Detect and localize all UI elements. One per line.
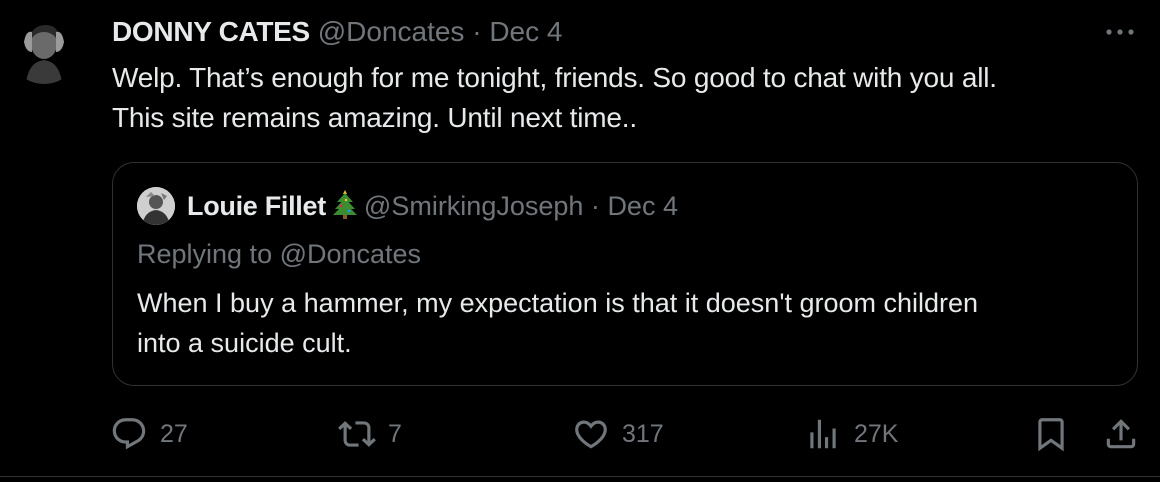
like-count: 317 — [622, 419, 664, 448]
retweet-icon — [338, 421, 376, 447]
quoted-header-separator: · — [590, 191, 600, 221]
views-count: 27K — [854, 419, 899, 448]
quoted-author-avatar[interactable] — [137, 187, 175, 225]
reply-button[interactable]: 27 — [110, 412, 188, 456]
quoted-tweet-header: Louie Fillet @SmirkingJoseph · Dec 4 — [187, 189, 678, 227]
views-icon — [810, 419, 836, 449]
reply-count: 27 — [160, 419, 188, 448]
tweet-date[interactable]: Dec 4 — [489, 16, 562, 47]
header-separator: · — [472, 16, 482, 47]
quoted-tweet-text: When I buy a hammer, my expectation is t… — [137, 283, 1117, 363]
author-avatar[interactable] — [8, 12, 80, 84]
quoted-tweet-date[interactable]: Dec 4 — [607, 191, 678, 221]
retweet-button[interactable]: 7 — [338, 412, 402, 456]
heart-icon — [575, 420, 607, 449]
tweet-text: Welp. That’s enough for me tonight, frie… — [112, 58, 1132, 138]
quoted-tweet[interactable]: Louie Fillet @SmirkingJoseph · Dec 4 Rep… — [112, 162, 1138, 386]
action-bar: 27 7 317 27K — [110, 412, 1150, 456]
tweet[interactable]: DONNY CATES @Doncates · Dec 4 Welp. That… — [0, 0, 1160, 482]
share-icon — [1106, 419, 1136, 449]
reply-icon — [112, 418, 146, 450]
christmas-tree-icon — [332, 189, 358, 227]
divider — [0, 476, 1160, 477]
author-handle[interactable]: @Doncates — [318, 16, 465, 47]
retweet-count: 7 — [388, 419, 402, 448]
more-options-button[interactable] — [1102, 18, 1138, 46]
like-button[interactable]: 317 — [572, 412, 664, 456]
views-button[interactable]: 27K — [804, 412, 898, 456]
share-button[interactable] — [1102, 412, 1140, 456]
author-name[interactable]: DONNY CATES — [112, 16, 310, 47]
quoted-author-handle[interactable]: @SmirkingJoseph — [364, 191, 584, 221]
bookmark-icon — [1038, 418, 1064, 452]
replying-to[interactable]: Replying to @Doncates — [137, 237, 421, 271]
more-horizontal-icon — [1106, 29, 1134, 35]
bookmark-button[interactable] — [1032, 412, 1070, 456]
quoted-author-name[interactable]: Louie Fillet — [187, 191, 326, 221]
tweet-header: DONNY CATES @Doncates · Dec 4 — [112, 14, 562, 50]
tweet-text-line: Welp. That’s enough for me tonight, frie… — [112, 62, 997, 93]
tweet-text-line: This site remains amazing. Until next ti… — [112, 102, 637, 133]
quoted-text-line: into a suicide cult. — [137, 328, 352, 358]
quoted-text-line: When I buy a hammer, my expectation is t… — [137, 288, 979, 318]
